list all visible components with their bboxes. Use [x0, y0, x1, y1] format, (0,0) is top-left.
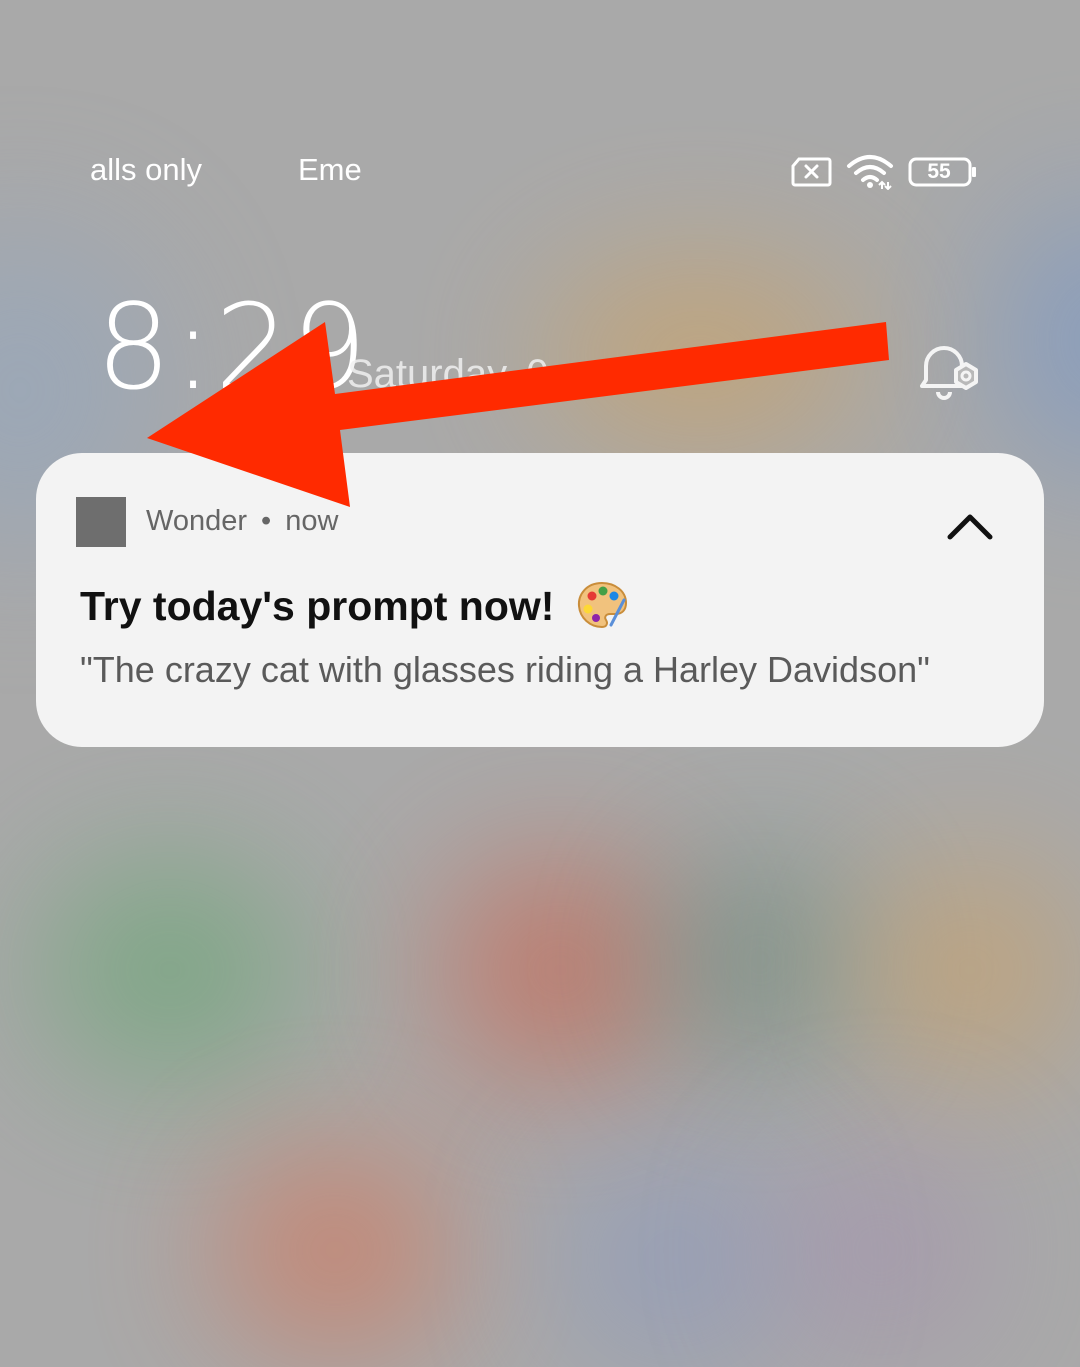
- wallpaper-blur: [780, 1150, 980, 1350]
- notification-card[interactable]: Wonder • now Try today's prompt now! "The …: [36, 453, 1044, 747]
- lock-screen: alls only Eme 55 8:29 Saturday, 0 Wonder…: [0, 0, 1080, 1367]
- notification-time: now: [285, 505, 339, 537]
- notification-body: "The crazy cat with glasses riding a Har…: [80, 649, 930, 690]
- app-name: Wonder: [146, 505, 248, 537]
- status-bar: alls only Eme 55: [0, 140, 1080, 204]
- status-bar-carrier-text: alls only Eme: [90, 152, 390, 188]
- wallpaper-blur: [1000, 200, 1080, 480]
- wifi-icon: [847, 155, 893, 190]
- app-icon: [76, 497, 126, 547]
- notification-header: Wonder • now: [146, 505, 338, 538]
- palette-icon: [577, 582, 627, 629]
- notification-title: Try today's prompt now!: [80, 582, 628, 634]
- wallpaper-blur: [40, 860, 300, 1080]
- wallpaper-blur: [220, 1150, 450, 1350]
- notification-title-text: Try today's prompt now!: [80, 583, 555, 629]
- sim-error-icon: [791, 157, 832, 187]
- chevron-up-icon[interactable]: [942, 501, 998, 549]
- wallpaper-blur: [860, 860, 1080, 1080]
- alarm-settings-icon[interactable]: [916, 336, 988, 404]
- lock-screen-clock: 8:29: [96, 278, 369, 416]
- wallpaper-blur: [440, 860, 680, 1080]
- lock-screen-date: Saturday, 0: [347, 352, 549, 396]
- battery-percentage: 55: [927, 160, 951, 183]
- status-text-emergency: Eme: [298, 152, 362, 187]
- status-text-calls-only: alls only: [90, 152, 202, 187]
- status-icons: 55: [790, 154, 978, 190]
- wallpaper-blur: [560, 1150, 790, 1367]
- header-separator: •: [261, 505, 272, 537]
- wallpaper-blur: [660, 860, 860, 1060]
- battery-indicator: 55: [908, 157, 978, 187]
- wallpaper-blur: [540, 260, 860, 450]
